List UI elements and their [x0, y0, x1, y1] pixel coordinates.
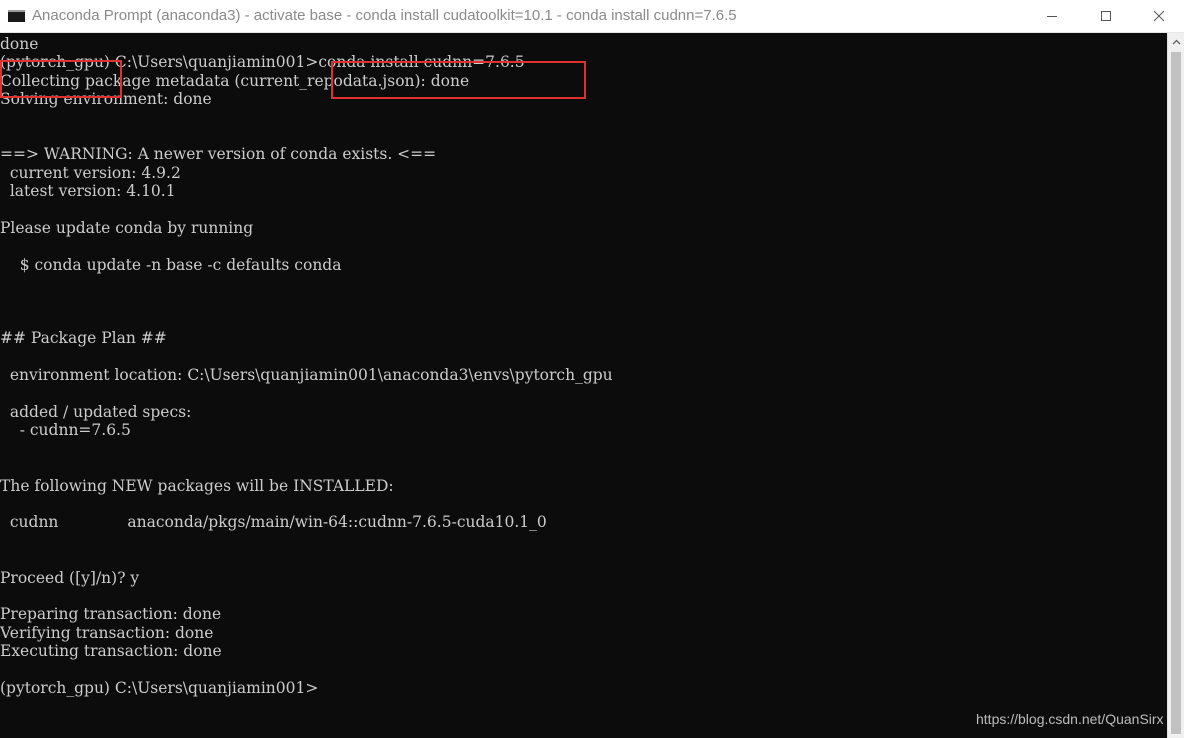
env-name-highlight — [0, 60, 122, 98]
minimize-icon — [1047, 16, 1057, 17]
console-line: cudnn anaconda/pkgs/main/win-64::cudnn-7… — [0, 513, 547, 532]
console-line: ## Package Plan ## — [0, 329, 167, 348]
console-line: Please update conda by running — [0, 219, 254, 237]
console-line: Executing transaction: done — [0, 642, 222, 661]
close-button[interactable] — [1136, 0, 1182, 32]
console-line: Verifying transaction: done — [0, 623, 214, 642]
maximize-icon — [1101, 11, 1111, 21]
console-line: Preparing transaction: done — [0, 605, 222, 624]
console-line: ==> WARNING: A newer version of conda ex… — [0, 145, 437, 164]
minimize-button[interactable] — [1029, 0, 1075, 32]
console-line: (pytorch_gpu) C:\Users\quanjiamin001> — [0, 679, 319, 697]
console-line: current version: 4.9.2 — [0, 163, 181, 182]
console-output[interactable]: done (pytorch_gpu) C:\Users\quanjiamin001… — [0, 33, 1167, 738]
console-line: environment location: C:\Users\quanjiami… — [0, 366, 613, 385]
command-highlight — [331, 61, 586, 99]
maximize-button[interactable] — [1083, 0, 1129, 32]
console-icon — [8, 10, 25, 22]
console-line: added / updated specs: — [0, 403, 192, 421]
console-line: The following NEW packages will be INSTA… — [0, 476, 394, 495]
close-icon — [1153, 10, 1165, 22]
watermark-text: https://blog.csdn.net/QuanSirx — [976, 711, 1164, 727]
scroll-up-button[interactable] — [1168, 33, 1184, 50]
console-line: Proceed ([y]/n)? y — [0, 568, 140, 587]
console-line: done — [0, 35, 39, 53]
window-title: Anaconda Prompt (anaconda3) - activate b… — [32, 7, 737, 24]
console-line: - cudnn=7.6.5 — [0, 421, 131, 440]
scrollbar-thumb[interactable] — [1171, 52, 1181, 734]
chevron-up-icon — [1172, 39, 1180, 44]
console-line: latest version: 4.10.1 — [0, 182, 176, 201]
title-bar[interactable]: Anaconda Prompt (anaconda3) - activate b… — [0, 0, 1184, 33]
vertical-scrollbar[interactable] — [1167, 33, 1184, 738]
console-line: $ conda update -n base -c defaults conda — [0, 255, 342, 274]
terminal-window: Anaconda Prompt (anaconda3) - activate b… — [0, 0, 1184, 738]
